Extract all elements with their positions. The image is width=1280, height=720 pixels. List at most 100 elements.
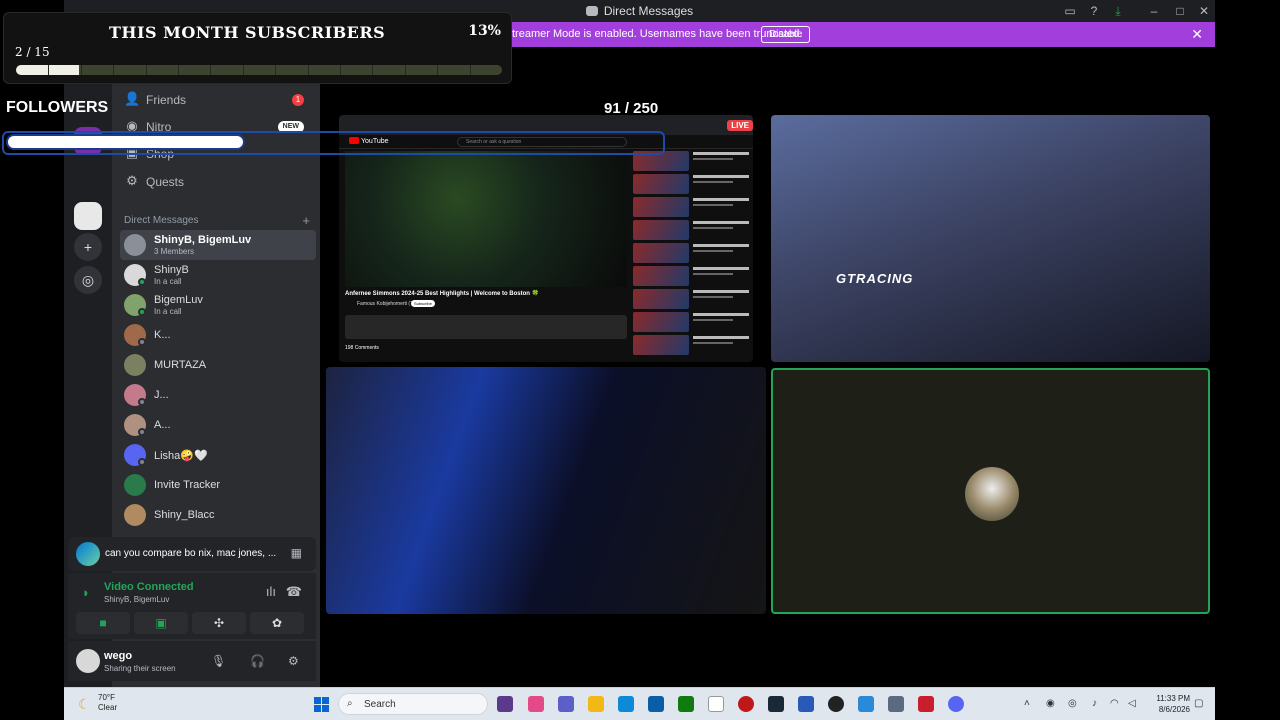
subscribe-button: Subscribe <box>411 300 435 307</box>
sidebar-item-quests[interactable]: ⚙ Quests <box>124 170 314 194</box>
app-icon[interactable] <box>858 696 874 712</box>
notepad-icon[interactable] <box>708 696 724 712</box>
close-banner-icon[interactable]: ✕ <box>1191 26 1203 43</box>
offline-status <box>138 428 146 436</box>
sidebar-item-friends[interactable]: 👤 Friends 1 <box>124 88 314 112</box>
user-panel: wego Sharing their screen 🎙 🎧 ⚙ <box>68 641 316 681</box>
teams-icon[interactable] <box>558 696 574 712</box>
avatar <box>124 354 146 376</box>
app-icon[interactable] <box>738 696 754 712</box>
progress-segment-divider <box>113 65 115 75</box>
disable-streamer-mode-button[interactable]: Disable <box>761 26 811 43</box>
avatar[interactable] <box>76 649 100 673</box>
chair-brand-text: GTRACING <box>836 271 914 286</box>
camera-tile[interactable] <box>326 367 766 614</box>
dm-item[interactable]: Invite Tracker <box>120 470 316 500</box>
xbox-icon[interactable] <box>678 696 694 712</box>
subscriber-goal-percent: 13% <box>468 23 501 39</box>
voice-panel: ◗ Video Connected ShinyB, BigemLuv ılı ☎… <box>68 573 316 639</box>
wifi-icon[interactable]: ◠ <box>1110 698 1119 709</box>
subscriber-goal-count: 2 / 15 <box>15 45 50 59</box>
activities-button[interactable]: ✣ <box>192 612 246 634</box>
recommended-video <box>633 266 749 287</box>
dm-item[interactable]: BigemLuv In a call <box>120 290 316 320</box>
help-icon[interactable]: ? <box>1087 4 1101 18</box>
dm-item[interactable]: Lisha🤪🤍 <box>120 440 316 470</box>
obs-icon[interactable] <box>828 696 844 712</box>
copilot-icon[interactable] <box>528 696 544 712</box>
start-button[interactable] <box>314 697 330 713</box>
progress-segment-divider <box>307 65 309 75</box>
discover-icon[interactable]: ◎ <box>74 266 102 294</box>
progress-segment-divider <box>145 65 147 75</box>
progress-segment-divider <box>339 65 341 75</box>
live-badge: LIVE <box>727 120 753 131</box>
clock[interactable]: 11:33 PM 8/6/2026 <box>1150 693 1190 715</box>
disconnect-icon[interactable]: ☎ <box>286 584 302 600</box>
taskbar-search[interactable]: ⌕ Search <box>338 693 488 715</box>
letterbox <box>1215 0 1280 720</box>
tray-icon[interactable]: ◎ <box>1068 698 1077 709</box>
dm-item[interactable]: K... <box>120 320 316 350</box>
server-icon[interactable] <box>74 202 102 230</box>
signal-icon: ◗ <box>82 585 90 600</box>
activity-card[interactable]: can you compare bo nix, mac jones, ... ▦ <box>68 537 316 571</box>
user-status: Sharing their screen <box>104 664 176 673</box>
settings-icon[interactable] <box>888 696 904 712</box>
noise-suppression-icon[interactable]: ılı <box>266 584 276 599</box>
app-icon[interactable] <box>798 696 814 712</box>
followers-label: FOLLOWERS <box>6 99 109 116</box>
tray-icon[interactable]: ◉ <box>1046 698 1055 709</box>
maximize-icon[interactable]: □ <box>1173 4 1187 18</box>
microphone-icon[interactable]: 🎙 <box>211 654 226 668</box>
streamer-mode-banner: treamer Mode is enabled. Usernames have … <box>510 22 1215 47</box>
minimize-icon[interactable]: – <box>1147 4 1161 18</box>
notifications-icon[interactable]: ▢ <box>1194 698 1203 709</box>
offline-status <box>138 398 146 406</box>
camera-button[interactable]: ■ <box>76 612 130 634</box>
tray-overflow-icon[interactable]: ˄ <box>1024 698 1030 709</box>
add-server-icon[interactable]: + <box>74 233 102 261</box>
close-window-icon[interactable]: ✕ <box>1197 4 1211 18</box>
headphones-icon[interactable]: 🎧 <box>250 654 265 668</box>
download-icon[interactable]: ⤓ <box>1111 4 1125 18</box>
screen-share-button[interactable]: ▣ <box>134 612 188 634</box>
progress-segment-divider <box>372 65 374 75</box>
voice-channel: ShinyB, BigemLuv <box>104 595 170 604</box>
avatar <box>124 234 146 256</box>
soundboard-button[interactable]: ✿ <box>250 612 304 634</box>
camera-tile[interactable]: GTRACING <box>771 115 1210 362</box>
progress-segment-divider <box>210 65 212 75</box>
subscriber-progress-bar <box>16 65 502 75</box>
mcafee-icon[interactable] <box>918 696 934 712</box>
inbox-icon[interactable]: ▭ <box>1063 4 1077 18</box>
store-icon[interactable] <box>648 696 664 712</box>
microphone-tray-icon[interactable]: ♪ <box>1092 698 1097 709</box>
edge-icon[interactable] <box>618 696 634 712</box>
settings-gear-icon[interactable]: ⚙ <box>288 654 299 668</box>
friends-badge: 1 <box>292 94 304 106</box>
online-status <box>138 308 146 316</box>
avatar <box>124 504 146 526</box>
dm-item[interactable]: J... <box>120 380 316 410</box>
dm-item[interactable]: Shiny_Blacc <box>120 500 316 530</box>
create-dm-icon[interactable]: + <box>302 213 310 228</box>
progress-segment-divider <box>404 65 406 75</box>
file-explorer-icon[interactable] <box>588 696 604 712</box>
dm-item[interactable]: A... <box>120 410 316 440</box>
avatar-tile[interactable] <box>771 368 1210 614</box>
weather-icon[interactable]: ☾ <box>78 696 91 713</box>
dm-item[interactable]: ShinyB In a call <box>120 260 316 290</box>
dm-item[interactable]: ShinyB, BigemLuv 3 Members <box>120 230 316 260</box>
recommended-video <box>633 289 749 310</box>
discord-taskbar-icon[interactable] <box>948 696 964 712</box>
task-view-icon[interactable] <box>497 696 513 712</box>
invite-tracker-avatar <box>124 474 146 496</box>
voice-status: Video Connected <box>104 581 194 593</box>
banner-text: treamer Mode is enabled. Usernames have … <box>512 28 803 40</box>
recommended-video <box>633 197 749 218</box>
steam-icon[interactable] <box>768 696 784 712</box>
weather-widget[interactable]: 70°F Clear <box>98 693 117 713</box>
volume-icon[interactable]: ◁ <box>1128 698 1136 709</box>
dm-item[interactable]: MURTAZA <box>120 350 316 380</box>
